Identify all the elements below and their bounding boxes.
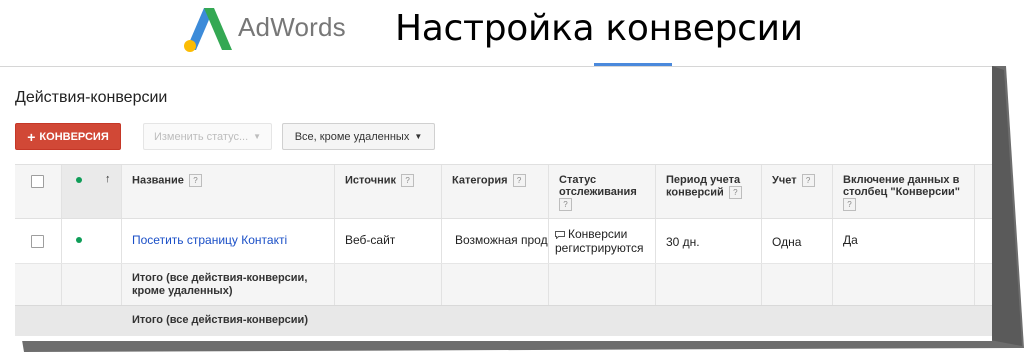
header-name-label: Название (132, 174, 184, 187)
count-value: Одна (772, 235, 802, 249)
header-extra-cell (975, 165, 992, 218)
conversion-name-link[interactable]: Посетить страницу Контакті (132, 233, 287, 247)
help-icon[interactable]: ? (728, 186, 742, 199)
header-include[interactable]: Включение данных в столбец "Конверсии" ? (833, 165, 975, 218)
header-include-label-1: Включение данных в (843, 174, 960, 186)
header-category[interactable]: Категория ? (442, 165, 549, 218)
total-label-line-2: кроме удаленных) (132, 285, 233, 297)
sort-arrow-icon[interactable]: ↑ (105, 173, 111, 185)
help-icon[interactable]: ? (801, 174, 815, 187)
row-checkbox[interactable] (31, 235, 44, 248)
slide-title: Настройка конверсии (395, 8, 803, 49)
table-header-row: ↑ Название ? Источник ? Категория ? Стат… (15, 164, 992, 219)
select-all-checkbox[interactable] (31, 175, 44, 188)
header-tracking-status[interactable]: Статус отслеживания ? (549, 165, 656, 218)
header-select-cell (15, 165, 62, 218)
header-source[interactable]: Источник ? (335, 165, 442, 218)
help-icon[interactable]: ? (843, 198, 856, 211)
header-period-label-1: Период учета (666, 174, 741, 186)
help-icon[interactable]: ? (401, 174, 415, 187)
header-include-label-2: столбец "Конверсии" (843, 186, 960, 198)
header-count-label: Учет (772, 174, 797, 187)
tracking-status-line-1: Конверсии (568, 227, 628, 241)
table-row: Посетить страницу Контакті Веб-сайт Возм… (15, 219, 992, 263)
filter-label: Все, кроме удаленных (294, 130, 410, 143)
change-status-dropdown[interactable]: Изменить статус... ▼ (143, 123, 272, 150)
total-label-line-1: Итого (все действия-конверсии, (132, 272, 308, 284)
header-tracking-status-label-2: отслеживания (559, 186, 637, 198)
chevron-down-icon: ▼ (414, 132, 423, 141)
tracking-status-line-2: регистрируются (555, 241, 644, 255)
logo-text: AdWords (238, 12, 346, 42)
adwords-logo-icon (184, 8, 232, 52)
total-row-all: Итого (все действия-конверсии) (15, 305, 992, 336)
header-source-label: Источник (345, 174, 397, 187)
conversions-panel: Действия-конверсии + КОНВЕРСИЯ Изменить … (0, 66, 992, 341)
enabled-status-dot-icon[interactable] (76, 237, 82, 243)
comment-icon (555, 230, 565, 239)
add-conversion-label: КОНВЕРСИЯ (39, 130, 109, 143)
chevron-down-icon: ▼ (253, 132, 262, 141)
header-count[interactable]: Учет ? (762, 165, 833, 218)
header-tracking-status-label-1: Статус (559, 174, 597, 186)
help-icon[interactable]: ? (189, 174, 202, 187)
total-row-excluding-removed: Итого (все действия-конверсии, кроме уда… (15, 263, 992, 305)
header-period-label-2: конверсий (666, 186, 724, 199)
category-value: Возможная продажа (455, 233, 548, 247)
header-period[interactable]: Период учета конверсий ? (656, 165, 762, 218)
add-conversion-button[interactable]: + КОНВЕРСИЯ (15, 123, 121, 150)
change-status-label: Изменить статус... (153, 130, 249, 143)
include-value: Да (843, 233, 858, 247)
filter-dropdown[interactable]: Все, кроме удаленных ▼ (282, 123, 435, 150)
period-value: 30 дн. (666, 235, 700, 249)
help-icon[interactable]: ? (559, 198, 572, 211)
slide-header: AdWords Настройка конверсии (0, 0, 1024, 66)
conversions-table: ↑ Название ? Источник ? Категория ? Стат… (15, 164, 992, 336)
status-dot-icon (76, 177, 82, 183)
header-name[interactable]: Название ? (122, 165, 335, 218)
help-icon[interactable]: ? (512, 174, 526, 187)
source-value: Веб-сайт (345, 233, 396, 247)
header-status-cell[interactable]: ↑ (62, 165, 122, 218)
page-title: Действия-конверсии (15, 89, 168, 106)
total-all-label: Итого (все действия-конверсии) (132, 314, 308, 326)
plus-icon: + (27, 128, 36, 145)
header-category-label: Категория (452, 174, 508, 187)
